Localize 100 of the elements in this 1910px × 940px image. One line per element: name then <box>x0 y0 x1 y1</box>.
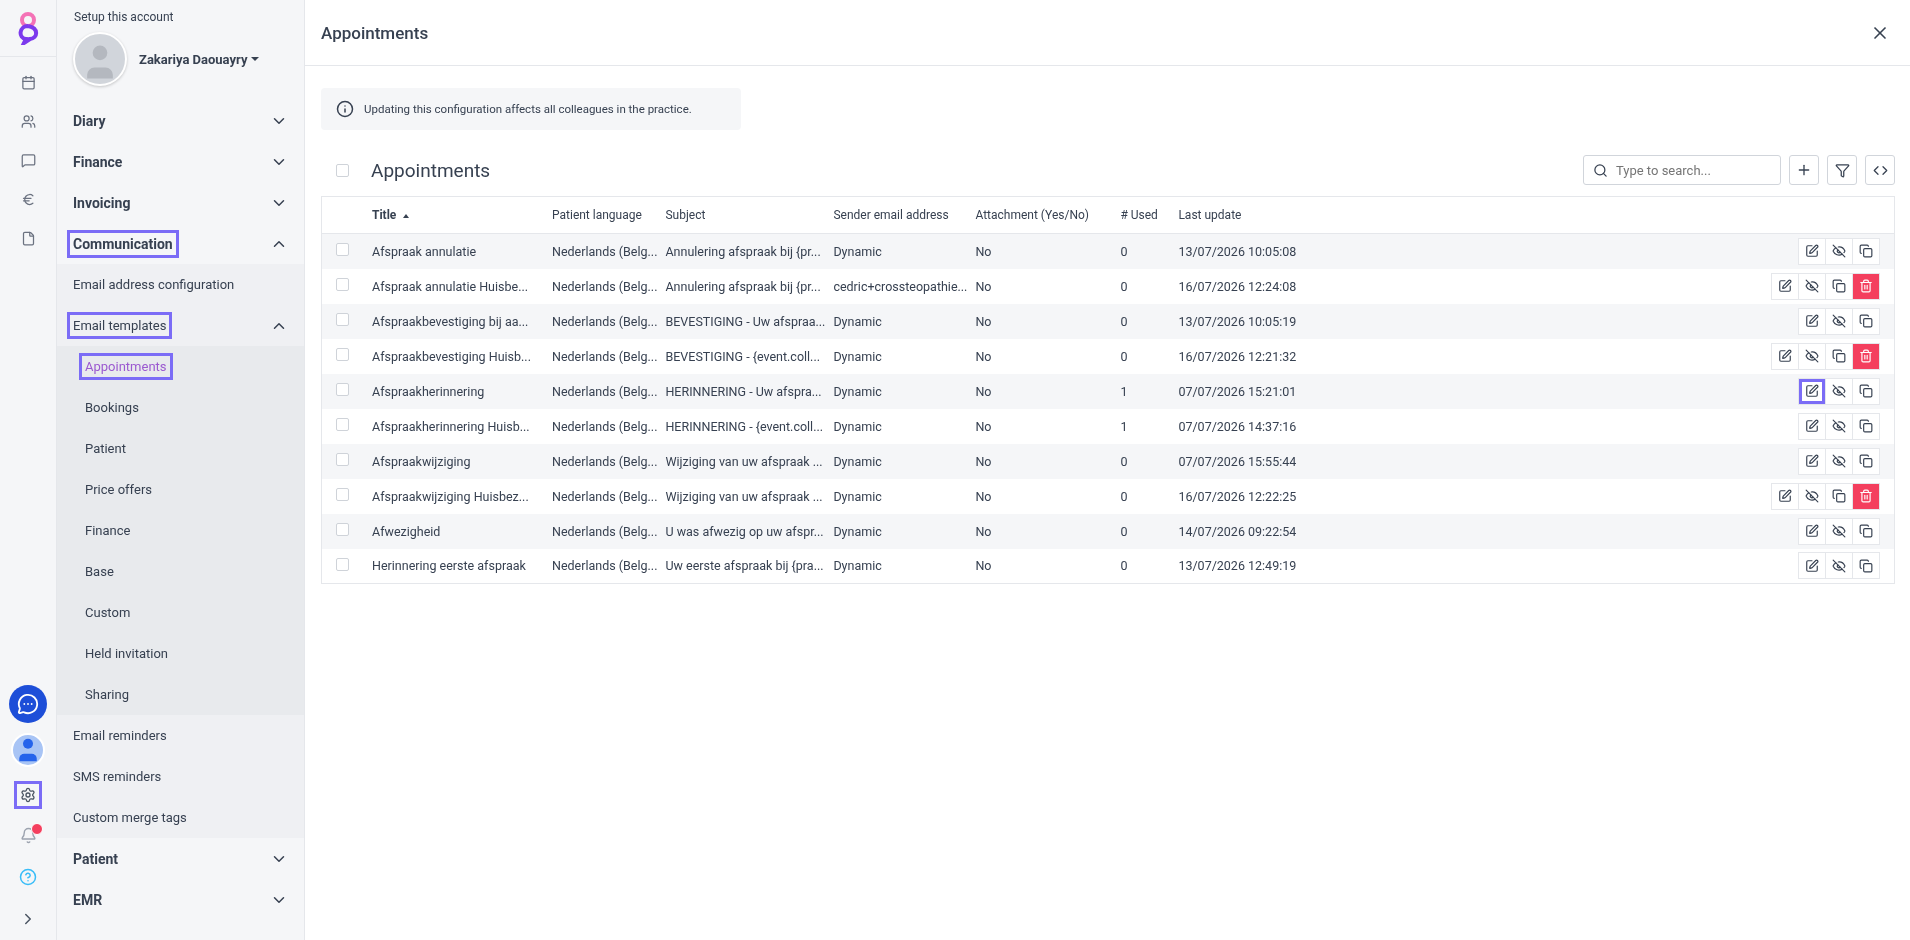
sidebar-item[interactable]: Communication <box>67 229 179 258</box>
edit-button[interactable] <box>1798 412 1826 440</box>
euro-icon[interactable] <box>20 192 36 207</box>
hide-button[interactable] <box>1825 447 1853 475</box>
table-cell: Afspraakbevestiging bij aa... <box>372 303 552 339</box>
sidebar-item[interactable]: Patient <box>79 435 132 462</box>
hide-button[interactable] <box>1798 272 1826 300</box>
sidebar-item[interactable]: Finance <box>79 517 137 544</box>
column-header[interactable]: Last update <box>1178 196 1542 234</box>
copy-button[interactable] <box>1852 307 1880 335</box>
row-checkbox[interactable] <box>336 383 349 396</box>
column-header[interactable]: Attachment (Yes/No) <box>975 196 1121 234</box>
add-button[interactable] <box>1789 155 1819 185</box>
copy-button[interactable] <box>1852 412 1880 440</box>
edit-button[interactable] <box>1798 447 1826 475</box>
hide-button[interactable] <box>1825 377 1853 405</box>
copy-button[interactable] <box>1825 482 1853 510</box>
copy-button[interactable] <box>1852 237 1880 265</box>
code-button[interactable] <box>1865 155 1895 185</box>
table-cell: 16/07/2026 12:24:08 <box>1178 268 1542 304</box>
filter-icon <box>1834 162 1850 178</box>
row-checkbox[interactable] <box>336 243 349 257</box>
user-avatar <box>73 32 127 86</box>
copy-button[interactable] <box>1852 517 1880 545</box>
hide-button[interactable] <box>1825 517 1853 545</box>
filter-button[interactable] <box>1827 155 1857 185</box>
row-checkbox[interactable] <box>336 453 349 466</box>
sidebar-item[interactable]: Patient <box>67 844 125 873</box>
table-cell: Afwezigheid <box>372 513 552 549</box>
edit-button[interactable] <box>1798 307 1826 335</box>
sidebar-item[interactable]: Finance <box>67 147 129 176</box>
hide-button[interactable] <box>1825 307 1853 335</box>
trash-icon <box>1859 489 1873 503</box>
hide-button[interactable] <box>1825 237 1853 265</box>
edit-button[interactable] <box>1771 272 1799 300</box>
edit-button[interactable] <box>1771 342 1799 370</box>
edit-button[interactable] <box>1798 377 1826 405</box>
sidebar-item[interactable]: Base <box>79 558 120 585</box>
row-checkbox[interactable] <box>336 278 349 291</box>
file-icon[interactable] <box>20 231 36 246</box>
sidebar-item[interactable]: Bookings <box>79 394 145 421</box>
copy-button[interactable] <box>1852 552 1880 580</box>
column-header[interactable]: Sender email address <box>833 196 976 234</box>
delete-button[interactable] <box>1852 482 1880 510</box>
chat-button[interactable] <box>9 685 47 723</box>
row-checkbox[interactable] <box>336 418 349 431</box>
column-header[interactable]: Subject <box>665 196 834 234</box>
edit-icon <box>1778 279 1792 293</box>
hide-button[interactable] <box>1798 482 1826 510</box>
row-checkbox[interactable] <box>336 523 349 536</box>
eye-off-icon <box>1805 279 1819 293</box>
sort-icon <box>403 213 410 218</box>
table-title: Appointments <box>371 158 491 182</box>
settings-button[interactable] <box>14 781 42 809</box>
help-icon <box>19 868 37 886</box>
hide-button[interactable] <box>1825 552 1853 580</box>
eye-off-icon <box>1805 489 1819 503</box>
table-cell: 0 <box>1120 303 1179 339</box>
copy-button[interactable] <box>1825 342 1853 370</box>
table-cell: Wijziging van uw afspraak ... <box>665 478 834 514</box>
column-header[interactable]: Patient language <box>552 196 666 234</box>
select-all-checkbox[interactable] <box>336 163 349 177</box>
row-checkbox[interactable] <box>336 557 349 571</box>
column-header[interactable]: # Used <box>1120 196 1179 234</box>
copy-button[interactable] <box>1852 377 1880 405</box>
hide-button[interactable] <box>1825 412 1853 440</box>
table-cell: Afspraakwijziging <box>372 443 552 479</box>
table-cell: No <box>975 548 1121 584</box>
table-cell: BEVESTIGING - {event.coll... <box>665 338 834 374</box>
table-cell: Nederlands (Belg... <box>552 513 666 549</box>
user-menu[interactable]: Zakariya Daouayry <box>139 51 260 67</box>
edit-button[interactable] <box>1771 482 1799 510</box>
sidebar-item[interactable]: EMR <box>67 885 109 914</box>
edit-button[interactable] <box>1798 237 1826 265</box>
delete-button[interactable] <box>1852 342 1880 370</box>
row-checkbox[interactable] <box>336 313 349 326</box>
table-cell: Dynamic <box>833 233 976 269</box>
calendar-icon[interactable] <box>20 75 36 90</box>
user-avatar[interactable] <box>11 733 45 767</box>
copy-button[interactable] <box>1852 447 1880 475</box>
row-checkbox[interactable] <box>336 348 349 361</box>
sidebar-item[interactable]: Diary <box>67 106 112 135</box>
copy-icon <box>1859 384 1873 398</box>
row-checkbox[interactable] <box>336 488 349 501</box>
table-cell: 1 <box>1120 373 1179 409</box>
sidebar-item[interactable]: Invoicing <box>67 188 137 217</box>
table-cell: Afspraakbevestiging Huisb... <box>372 338 552 374</box>
edit-button[interactable] <box>1798 552 1826 580</box>
sidebar-item[interactable]: Custom <box>79 599 137 626</box>
message-icon[interactable] <box>20 153 36 168</box>
table-cell: No <box>975 478 1121 514</box>
column-header[interactable]: Title <box>372 196 552 234</box>
delete-button[interactable] <box>1852 272 1880 300</box>
edit-button[interactable] <box>1798 517 1826 545</box>
users-icon[interactable] <box>20 114 36 129</box>
hide-button[interactable] <box>1798 342 1826 370</box>
table-cell: Nederlands (Belg... <box>552 443 666 479</box>
search-field[interactable]: Type to search... <box>1583 155 1781 185</box>
sidebar-item[interactable]: Sharing <box>79 681 135 708</box>
copy-button[interactable] <box>1825 272 1853 300</box>
